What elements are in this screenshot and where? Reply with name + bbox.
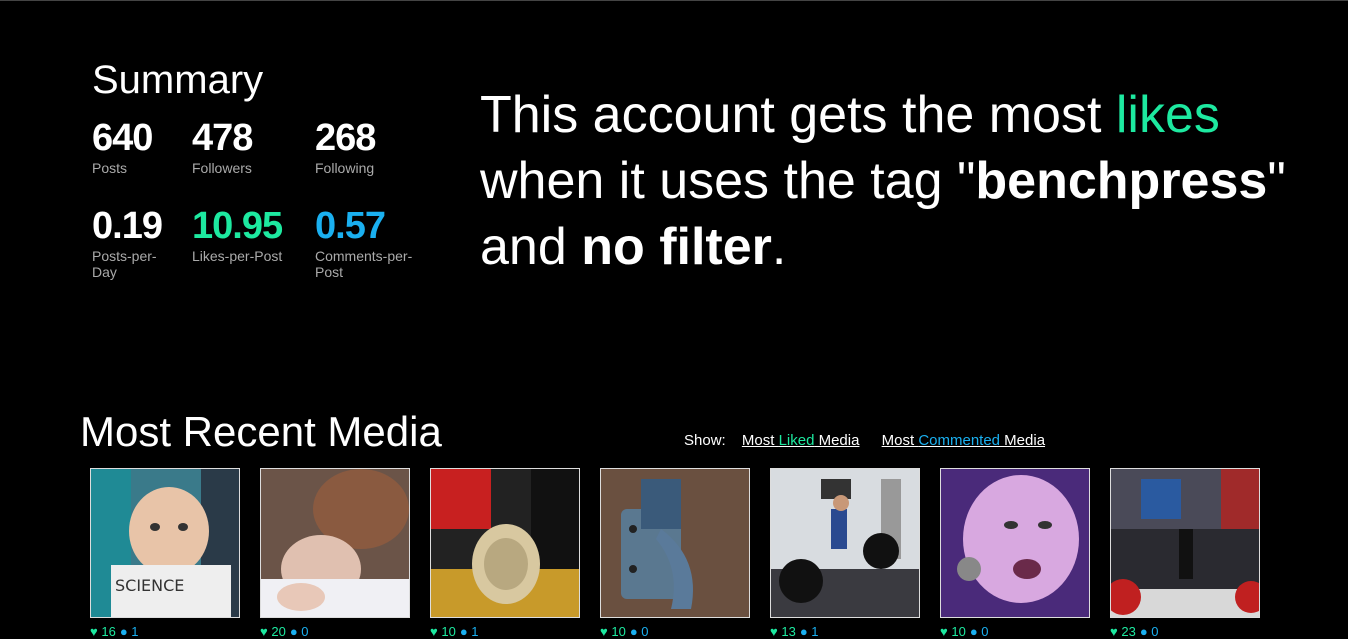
svg-text:SCIENCE: SCIENCE: [115, 576, 184, 595]
headline-tag: benchpress: [975, 152, 1268, 210]
knife-photo: [601, 469, 749, 617]
followers-count: 478: [192, 117, 253, 159]
headline-text-2: when it uses the tag ": [480, 152, 976, 210]
followers-label: Followers: [192, 160, 252, 176]
media-thumbnail[interactable]: [1110, 468, 1260, 618]
posts-label: Posts: [92, 160, 128, 176]
stat-comments-per-post: 0.57 Comments-per-Post: [315, 206, 425, 280]
baby-photo: SCIENCE: [91, 469, 239, 617]
show-label: Show:: [684, 432, 726, 449]
stat-following: 268 Following: [315, 118, 411, 176]
most-liked-media-link[interactable]: Most Liked Media: [742, 432, 860, 449]
media-thumbnail[interactable]: [770, 468, 920, 618]
posts-per-day-label: Posts-per-Day: [92, 248, 157, 280]
headline-filter: no filter: [581, 218, 772, 276]
link-text: Most: [741, 432, 779, 449]
media-thumbnail[interactable]: [600, 468, 750, 618]
following-count: 268: [315, 117, 376, 159]
comments-per-post-label: Comments-per-Post: [315, 248, 413, 280]
father-baby-photo: [261, 469, 409, 617]
link-text: Media: [814, 432, 860, 449]
media-thumbnail[interactable]: [940, 468, 1090, 618]
media-section-title: Most Recent Media: [80, 408, 442, 455]
stat-posts-per-day: 0.19 Posts-per-Day: [92, 206, 172, 280]
insight-headline: This account gets the most likes when it…: [480, 82, 1310, 280]
singer-photo: [941, 469, 1089, 617]
link-text: Media: [1000, 432, 1046, 449]
crossfit-photo: [1111, 469, 1259, 617]
link-accent: Liked: [778, 432, 815, 449]
headline-text-4: .: [771, 218, 787, 276]
media-thumbnail[interactable]: [430, 468, 580, 618]
following-label: Following: [315, 160, 375, 176]
posts-count: 640: [92, 117, 153, 159]
top-border: [0, 0, 1348, 1]
deadlift-photo: [771, 469, 919, 617]
posts-per-day-value: 0.19: [92, 205, 163, 247]
headline-likes-word: likes: [1115, 86, 1220, 144]
media-thumbnail[interactable]: SCIENCE: [90, 468, 240, 618]
stat-posts: 640 Posts: [92, 118, 188, 176]
comments-per-post-value: 0.57: [315, 205, 386, 247]
can-photo: [431, 469, 579, 617]
likes-per-post-value: 10.95: [192, 205, 283, 247]
likes-per-post-label: Likes-per-Post: [192, 248, 283, 264]
stat-likes-per-post: 10.95 Likes-per-Post: [192, 206, 288, 264]
most-commented-media-link[interactable]: Most Commented Media: [882, 432, 1045, 449]
media-filter-links: Show: Most Liked Media Most Commented Me…: [684, 432, 1063, 450]
link-text: Most: [881, 432, 919, 449]
summary-title: Summary: [92, 58, 264, 102]
link-accent: Commented: [918, 432, 1001, 449]
stat-followers: 478 Followers: [192, 118, 288, 176]
headline-text-1: This account gets the most: [480, 86, 1116, 144]
media-thumbnail[interactable]: [260, 468, 410, 618]
